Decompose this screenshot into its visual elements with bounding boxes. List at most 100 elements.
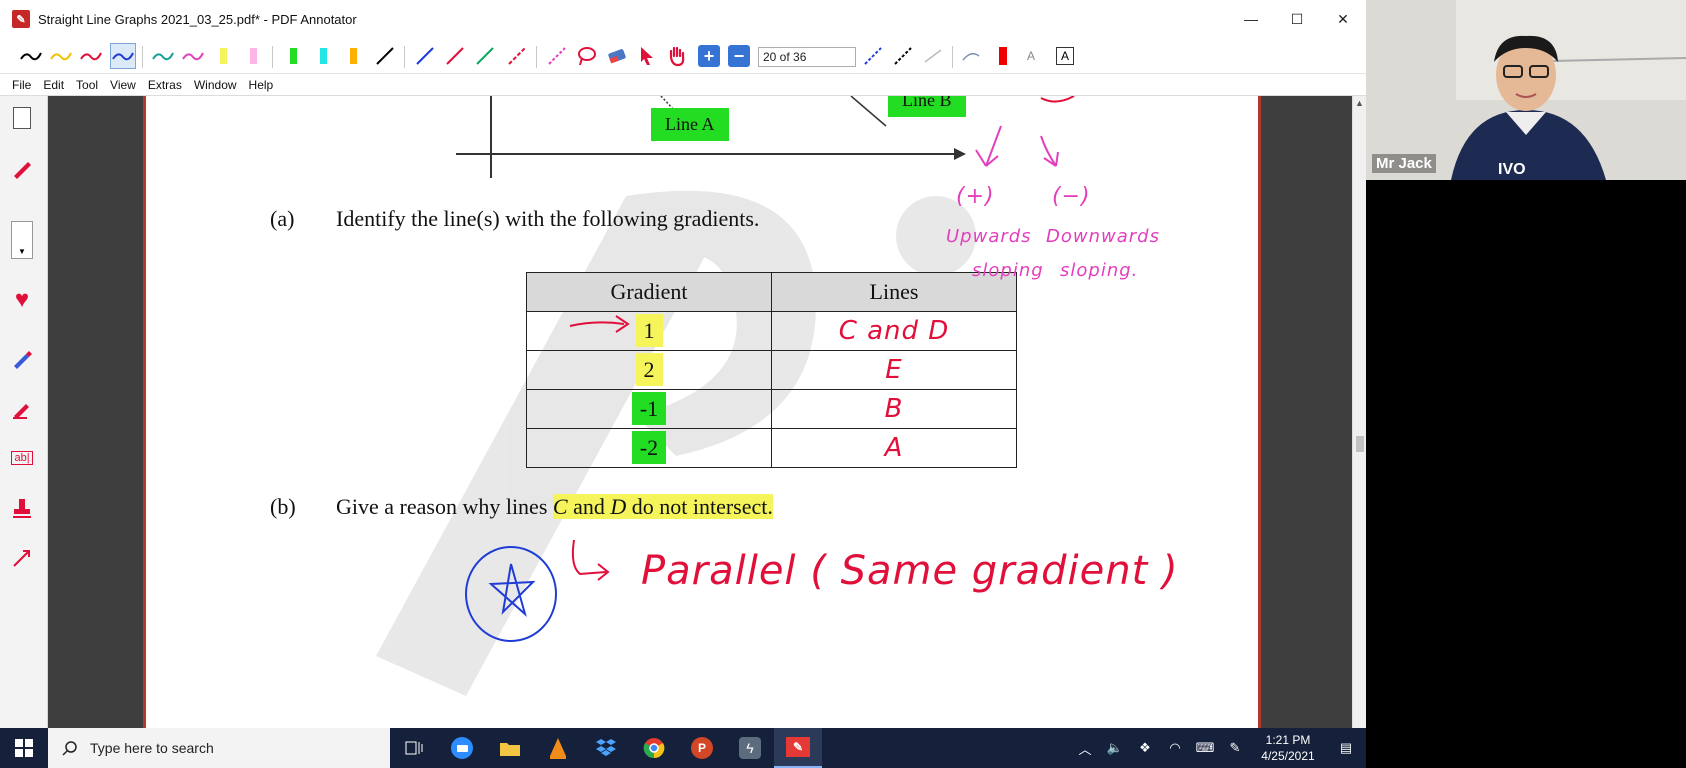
- vertical-scrollbar[interactable]: ▲: [1352, 96, 1366, 728]
- positive-annotation: (+): [956, 184, 995, 209]
- webcam-overlay: IVO Mr Jack: [1366, 0, 1686, 180]
- highlighter-pink-tool[interactable]: [240, 43, 266, 69]
- blue-pen-icon[interactable]: [8, 344, 36, 372]
- hand-pan-icon[interactable]: [664, 43, 690, 69]
- line-blue-tool[interactable]: [412, 43, 438, 69]
- question-a-text: Identify the line(s) with the following …: [336, 206, 760, 231]
- line-gray-tool[interactable]: [920, 43, 946, 69]
- network-icon[interactable]: ◠: [1160, 740, 1190, 756]
- bolt-app-icon[interactable]: ϟ: [726, 728, 774, 768]
- zoom-out-button[interactable]: −: [726, 43, 752, 69]
- line-gray-blue-tool[interactable]: [958, 43, 984, 69]
- title-bar: ✎ Straight Line Graphs 2021_03_25.pdf* -…: [0, 0, 1366, 38]
- chrome-icon[interactable]: [630, 728, 678, 768]
- gradient-value: 1: [635, 314, 663, 347]
- eraser-icon[interactable]: [604, 43, 630, 69]
- select-arrow-icon[interactable]: [634, 43, 660, 69]
- lasso-tool-icon[interactable]: [574, 43, 600, 69]
- notifications-icon[interactable]: ▤: [1326, 740, 1366, 756]
- gradient-value: -1: [631, 392, 667, 425]
- menu-file[interactable]: File: [12, 78, 31, 92]
- line-black-tool[interactable]: [372, 43, 398, 69]
- pdf-annotator-icon[interactable]: ✎: [12, 10, 30, 28]
- pen-yellow-tool[interactable]: [48, 43, 74, 69]
- menu-extras[interactable]: Extras: [148, 78, 182, 92]
- windows-taskbar: Type here to search P ϟ ✎ ︿ 🔈 ❖ ◠ ⌨ ✎ 1:…: [0, 728, 1366, 768]
- clock-date: 4/25/2021: [1261, 749, 1315, 763]
- maximize-button[interactable]: ☐: [1274, 0, 1320, 38]
- svg-text:IVO: IVO: [1498, 161, 1526, 178]
- text-box-tool-icon[interactable]: A: [1052, 43, 1078, 69]
- show-hidden-icons-chevron-icon[interactable]: ︿: [1070, 739, 1100, 758]
- pen-blue-tool[interactable]: [110, 43, 136, 69]
- line-red-dashed-tool[interactable]: [504, 43, 530, 69]
- gradient-value: -2: [631, 431, 667, 464]
- system-clock[interactable]: 1:21 PM 4/25/2021: [1250, 732, 1326, 764]
- task-view-icon[interactable]: [390, 728, 438, 768]
- pen-black-tool[interactable]: [18, 43, 44, 69]
- file-explorer-icon[interactable]: [486, 728, 534, 768]
- menu-view[interactable]: View: [110, 78, 136, 92]
- pen-red-tool[interactable]: [78, 43, 104, 69]
- system-tray: ︿ 🔈 ❖ ◠ ⌨ ✎ 1:21 PM 4/25/2021 ▤: [1070, 728, 1366, 768]
- text-field-icon[interactable]: ab|: [8, 444, 36, 472]
- scroll-up-icon[interactable]: ▲: [1355, 98, 1364, 108]
- toolbar: + − A A: [0, 38, 1366, 74]
- star-circle-annotation: [465, 546, 557, 642]
- heart-stamp-icon[interactable]: ♥: [8, 286, 36, 314]
- dropbox-icon[interactable]: [582, 728, 630, 768]
- highlighter-cyan-tool[interactable]: [310, 43, 336, 69]
- line-magenta-dashed-tool[interactable]: [544, 43, 570, 69]
- red-marker-tool[interactable]: [990, 43, 1016, 69]
- highlighter-green-tool[interactable]: [280, 43, 306, 69]
- pdf-annotator-taskbar-icon[interactable]: ✎: [774, 728, 822, 768]
- menu-window[interactable]: Window: [194, 78, 237, 92]
- highlighter-yellow-tool[interactable]: [210, 43, 236, 69]
- red-marker-icon[interactable]: [8, 394, 36, 422]
- downwards-annotation: Downwards: [1046, 226, 1160, 247]
- scroll-dropdown[interactable]: ▼: [8, 221, 36, 259]
- powerpoint-icon[interactable]: P: [678, 728, 726, 768]
- line-blue-dotted-tool[interactable]: [860, 43, 886, 69]
- line-red-tool[interactable]: [442, 43, 468, 69]
- minimize-button[interactable]: —: [1228, 0, 1274, 38]
- pen-teal-tool[interactable]: [150, 43, 176, 69]
- input-method-icon[interactable]: ⌨: [1190, 740, 1220, 756]
- blank-page-icon[interactable]: [8, 104, 36, 132]
- clock-time: 1:21 PM: [1265, 733, 1311, 747]
- menu-tool[interactable]: Tool: [76, 78, 98, 92]
- presenter-name: Mr Jack: [1372, 154, 1436, 173]
- taskbar-search-box[interactable]: Type here to search: [48, 728, 390, 768]
- close-button[interactable]: ✕: [1320, 0, 1366, 38]
- volume-icon[interactable]: 🔈: [1100, 740, 1130, 756]
- sloping-annotation-1: sloping: [972, 260, 1044, 281]
- arrow-tool-icon[interactable]: [8, 544, 36, 572]
- page-number-field[interactable]: [758, 47, 856, 67]
- stamp-icon[interactable]: [8, 494, 36, 522]
- menu-edit[interactable]: Edit: [43, 78, 64, 92]
- pen-magenta-tool[interactable]: [180, 43, 206, 69]
- table-row: -2 A: [526, 428, 1017, 468]
- line-green-tool[interactable]: [472, 43, 498, 69]
- line-black-dotted-tool[interactable]: [890, 43, 916, 69]
- pen-workspace-icon[interactable]: ✎: [1220, 740, 1250, 756]
- start-button[interactable]: [0, 728, 48, 768]
- line-a-label: Line A: [651, 108, 729, 141]
- pdf-page[interactable]: Line A Line B (a) Identify the line(s) w…: [143, 96, 1261, 728]
- table-row: 2 E: [526, 350, 1017, 390]
- lines-answer: A: [884, 433, 904, 463]
- dropbox-tray-icon[interactable]: ❖: [1130, 740, 1160, 756]
- document-viewer[interactable]: Line A Line B (a) Identify the line(s) w…: [48, 96, 1352, 728]
- question-b-text: Give a reason why lines C and D do not i…: [336, 494, 773, 519]
- presenter-video: IVO: [1366, 0, 1686, 180]
- gradient-value: 2: [635, 353, 663, 386]
- gradient-table: Gradient Lines 1 C and D 2 E -1 B -2 A: [526, 272, 1017, 468]
- vlc-icon[interactable]: [534, 728, 582, 768]
- text-tool-icon[interactable]: A: [1018, 43, 1044, 69]
- highlighter-orange-tool[interactable]: [340, 43, 366, 69]
- menu-help[interactable]: Help: [249, 78, 274, 92]
- zoom-in-button[interactable]: +: [696, 43, 722, 69]
- scroll-thumb[interactable]: [1356, 436, 1364, 452]
- red-pencil-icon[interactable]: [8, 154, 36, 182]
- zoom-app-icon[interactable]: [438, 728, 486, 768]
